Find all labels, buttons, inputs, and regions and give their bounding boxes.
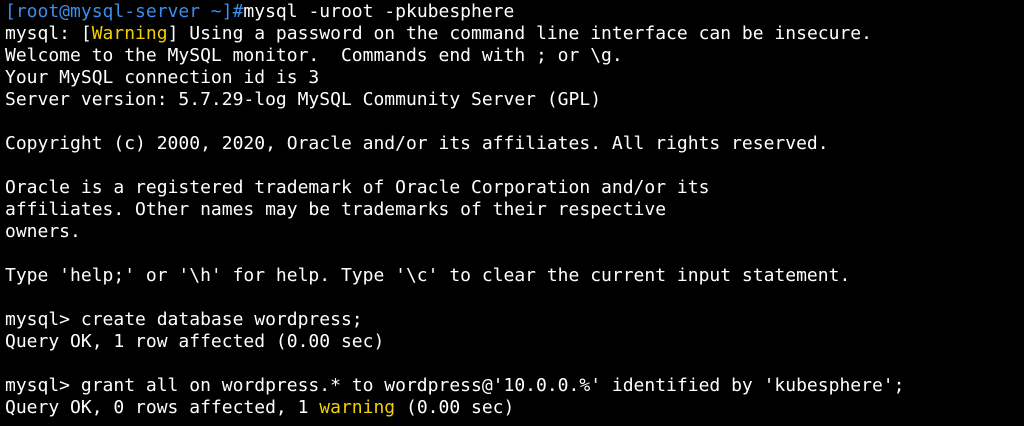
server-version-line: Server version: 5.7.29-log MySQL Communi… <box>5 89 602 110</box>
shell-command: mysql -uroot -pkubesphere <box>243 1 515 22</box>
mysql-statement-line: mysql> grant all on wordpress.* to wordp… <box>5 375 1024 397</box>
result-prefix: Query OK, 0 rows affected, 1 <box>5 397 320 418</box>
shell-command-line: [root@mysql-server ~]#mysql -uroot -pkub… <box>5 1 1024 23</box>
mysql-prompt: mysql> <box>5 375 81 396</box>
warning-suffix: ] Using a password on the command line i… <box>167 23 872 44</box>
welcome-line: Welcome to the MySQL monitor. Commands e… <box>5 45 623 66</box>
result-suffix: (0.00 sec) <box>395 397 515 418</box>
mysql-statement-line: mysql> create database wordpress; <box>5 309 1024 331</box>
query-result-line: Query OK, 1 row affected (0.00 sec) <box>5 331 385 352</box>
warning-prefix: mysql: [ <box>5 23 92 44</box>
terminal-window[interactable]: [root@mysql-server ~]#mysql -uroot -pkub… <box>0 0 1024 426</box>
help-hint-line: Type 'help;' or '\h' for help. Type '\c'… <box>5 265 851 286</box>
shell-prompt: [root@mysql-server ~]# <box>5 1 244 22</box>
trademark-line: affiliates. Other names may be trademark… <box>5 199 667 220</box>
mysql-statement: grant all on wordpress.* to wordpress@'1… <box>80 375 905 396</box>
result-warning: warning <box>319 397 396 418</box>
connection-id-line: Your MySQL connection id is 3 <box>5 67 320 88</box>
copyright-line: Copyright (c) 2000, 2020, Oracle and/or … <box>5 133 829 154</box>
mysql-statement: create database wordpress; <box>80 309 363 330</box>
trademark-line: Oracle is a registered trademark of Orac… <box>5 177 710 198</box>
query-result-line: Query OK, 0 rows affected, 1 warning (0.… <box>5 397 1024 419</box>
trademark-line: owners. <box>5 221 81 242</box>
warning-tag: Warning <box>91 23 168 44</box>
mysql-prompt: mysql> <box>5 309 81 330</box>
warning-line: mysql: [Warning] Using a password on the… <box>5 23 1024 45</box>
